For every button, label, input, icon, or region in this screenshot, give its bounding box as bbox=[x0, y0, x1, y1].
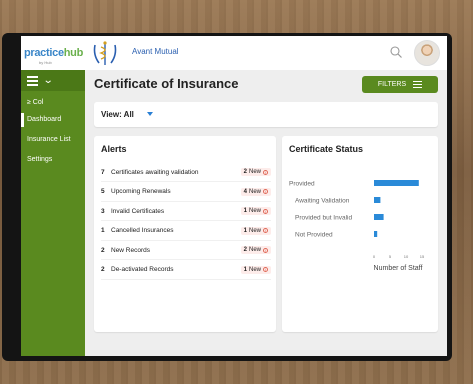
chart-bar[interactable] bbox=[374, 197, 381, 203]
info-icon[interactable]: i bbox=[263, 208, 268, 214]
page-title: Certificate of Insurance bbox=[94, 76, 239, 91]
alert-count: 1 bbox=[101, 227, 105, 234]
new-label: New bbox=[248, 227, 261, 234]
new-count: 2 bbox=[243, 247, 247, 253]
view-label: View: All bbox=[101, 110, 134, 119]
sidebar-active-indicator bbox=[21, 113, 24, 127]
app-screen: practicehub by Hub Avant Mutual ⌄ ≥ Col … bbox=[21, 36, 447, 356]
alert-row[interactable]: 1 Cancelled Insurances 1 New i bbox=[101, 222, 271, 241]
new-badge[interactable]: 1 New i bbox=[240, 207, 271, 215]
alert-row[interactable]: 7 Certificates awaiting validation 2 New i bbox=[101, 163, 271, 182]
info-icon[interactable]: i bbox=[263, 247, 268, 253]
hamburger-icon[interactable] bbox=[27, 74, 38, 88]
new-badge[interactable]: 2 New i bbox=[240, 168, 271, 176]
alert-label: Certificates awaiting validation bbox=[111, 168, 199, 176]
alert-row[interactable]: 5 Upcoming Renewals 4 New i bbox=[101, 183, 271, 202]
sidebar: ⌄ ≥ Col Dashboard Insurance List Setting… bbox=[21, 70, 85, 356]
new-count: 1 bbox=[243, 208, 247, 214]
alert-count: 3 bbox=[101, 207, 105, 215]
alert-label: Upcoming Renewals bbox=[111, 188, 171, 195]
sidebar-toggle[interactable]: ⌄ bbox=[21, 70, 85, 91]
chart-tick-label: 5 bbox=[389, 254, 392, 259]
new-label: New bbox=[248, 266, 261, 273]
chart-category-label: Provided bbox=[289, 181, 315, 188]
info-icon[interactable]: i bbox=[263, 189, 268, 194]
search-icon[interactable] bbox=[389, 45, 403, 59]
alert-count: 2 bbox=[101, 266, 105, 273]
caret-down-icon[interactable] bbox=[147, 112, 153, 116]
menu-lines-icon bbox=[413, 80, 423, 90]
alert-count: 5 bbox=[101, 188, 105, 195]
chart-category-label: Not Provided bbox=[295, 232, 333, 239]
alert-count: 2 bbox=[101, 246, 105, 254]
info-icon[interactable]: i bbox=[263, 267, 268, 272]
new-badge[interactable]: 1 New i bbox=[240, 265, 271, 274]
alert-label: Invalid Certificates bbox=[111, 207, 165, 215]
logo-accent: hub bbox=[63, 47, 84, 59]
alerts-card: Alerts 7 Certificates awaiting validation… bbox=[94, 136, 276, 332]
chart-category-label: Provided but Invalid bbox=[295, 215, 352, 222]
app-logo[interactable]: practicehub by Hub bbox=[21, 36, 86, 70]
org-emblem-icon bbox=[93, 41, 117, 65]
alert-count: 7 bbox=[101, 168, 105, 176]
info-icon[interactable]: i bbox=[263, 169, 268, 175]
main-content: Certificate of Insurance FILTERS View: A… bbox=[85, 70, 447, 356]
chart-tick-label: 10 bbox=[404, 254, 409, 259]
new-count: 4 bbox=[243, 188, 247, 195]
certificate-status-card: Certificate Status Provided Awaiting Vali… bbox=[282, 136, 438, 332]
user-avatar[interactable] bbox=[414, 40, 440, 66]
chart-tick-label: 0 bbox=[373, 254, 376, 259]
new-label: New bbox=[248, 208, 261, 214]
alert-row[interactable]: 2 De-activated Records 1 New i bbox=[101, 261, 271, 280]
alert-label: Cancelled Insurances bbox=[111, 227, 174, 234]
sidebar-item-dashboard[interactable]: Dashboard bbox=[27, 116, 61, 123]
view-selector[interactable]: View: All bbox=[94, 102, 438, 127]
info-icon[interactable]: i bbox=[263, 228, 268, 233]
filters-button[interactable]: FILTERS bbox=[362, 76, 438, 93]
sidebar-item-insurance-list[interactable]: Insurance List bbox=[27, 136, 71, 143]
certificate-status-chart: Provided Awaiting Validation Provided but … bbox=[289, 180, 425, 272]
chart-bar[interactable] bbox=[374, 180, 419, 186]
new-badge[interactable]: 2 New i bbox=[240, 246, 271, 254]
new-count: 2 bbox=[243, 169, 247, 175]
logo-subtitle: by Hub bbox=[39, 60, 52, 65]
alerts-title: Alerts bbox=[101, 144, 127, 154]
new-label: New bbox=[248, 247, 261, 253]
new-count: 1 bbox=[243, 266, 247, 273]
new-label: New bbox=[248, 188, 261, 195]
org-name: Avant Mutual bbox=[132, 47, 179, 56]
new-label: New bbox=[248, 169, 261, 175]
alert-label: De-activated Records bbox=[111, 266, 174, 273]
new-badge[interactable]: 4 New i bbox=[240, 187, 271, 196]
chart-tick-label: 15 bbox=[420, 254, 425, 259]
chart-bar[interactable] bbox=[374, 214, 384, 220]
new-count: 1 bbox=[243, 227, 247, 234]
chart-x-axis-title: Number of Staff bbox=[374, 265, 423, 272]
chevron-down-icon[interactable]: ⌄ bbox=[43, 75, 54, 86]
filters-label: FILTERS bbox=[377, 81, 407, 88]
status-title: Certificate Status bbox=[289, 144, 364, 154]
app-header: practicehub by Hub Avant Mutual bbox=[21, 36, 447, 71]
new-badge[interactable]: 1 New i bbox=[240, 226, 271, 235]
alert-row[interactable]: 2 New Records 2 New i bbox=[101, 241, 271, 260]
logo-primary: practice bbox=[23, 47, 64, 59]
chart-category-label: Awaiting Validation bbox=[295, 198, 350, 205]
sidebar-item-col[interactable]: ≥ Col bbox=[27, 99, 43, 106]
alert-row[interactable]: 3 Invalid Certificates 1 New i bbox=[101, 202, 271, 221]
sidebar-item-settings[interactable]: Settings bbox=[27, 156, 52, 163]
alert-label: New Records bbox=[111, 246, 151, 254]
chart-bar[interactable] bbox=[374, 231, 378, 237]
